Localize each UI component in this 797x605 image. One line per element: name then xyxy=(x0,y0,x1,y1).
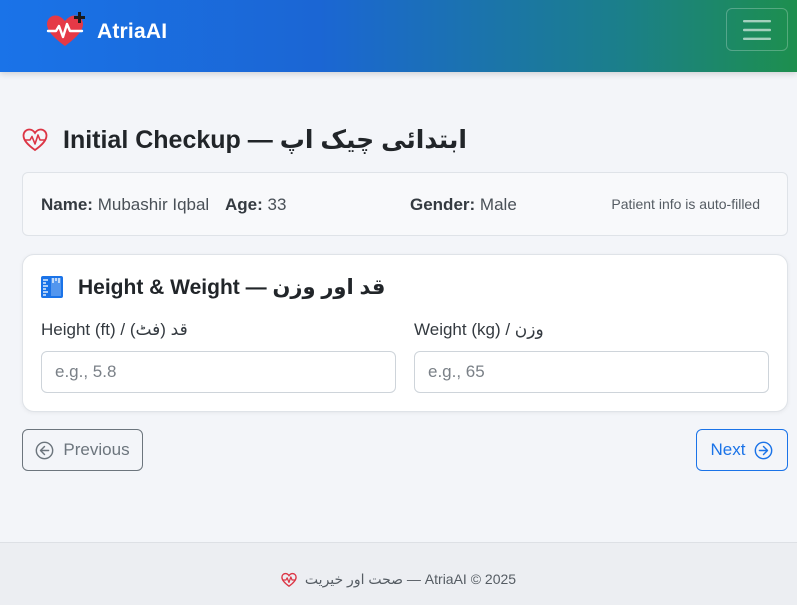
height-input[interactable] xyxy=(41,351,396,393)
height-weight-card: Height & Weight — قد اور وزن Height (ft)… xyxy=(22,254,788,412)
brand-name: AtriaAI xyxy=(97,20,168,43)
footer-text: صحت اور خیریت — AtriaAI © 2025 xyxy=(304,571,517,587)
hamburger-menu-icon xyxy=(743,19,771,40)
next-button-label: Next xyxy=(710,440,746,459)
footer-content: صحت اور خیریت — AtriaAI © 2025 xyxy=(0,571,797,588)
patient-age-label: Age: xyxy=(225,195,263,214)
next-button[interactable]: Next xyxy=(696,429,788,471)
patient-age-value: 33 xyxy=(267,195,287,214)
heart-pulse-icon xyxy=(281,572,297,587)
page-title-text: Initial Checkup — ابتدائی چیک اپ xyxy=(63,126,467,154)
navbar: AtriaAI xyxy=(0,0,797,72)
weight-input[interactable] xyxy=(414,351,769,393)
heart-pulse-plus-icon xyxy=(46,12,85,46)
brand[interactable]: AtriaAI xyxy=(45,12,167,52)
menu-toggle-button[interactable] xyxy=(726,8,788,51)
section-title: Height & Weight — قد اور وزن xyxy=(40,273,385,301)
autofill-note: Patient info is auto-filled xyxy=(611,196,760,212)
patient-name-label: Name: xyxy=(41,195,93,214)
section-title-text: Height & Weight — قد اور وزن xyxy=(78,275,386,299)
ruler-icon xyxy=(41,276,63,298)
weight-label: Weight (kg) / وزن xyxy=(414,320,544,339)
previous-button-label: Previous xyxy=(63,440,130,459)
previous-button[interactable]: Previous xyxy=(22,429,143,471)
patient-age: Age: 33 xyxy=(225,195,286,215)
patient-name-value: Mubashir Iqbal xyxy=(97,195,210,214)
patient-name: Name: Mubashir Iqbal xyxy=(41,195,209,215)
patient-gender-value: Male xyxy=(479,195,517,214)
patient-info-card: Name: Mubashir Iqbal Age: 33 Gender: Mal… xyxy=(22,172,788,236)
arrow-left-circle-icon xyxy=(36,441,54,459)
page-title: Initial Checkup — ابتدائی چیک اپ xyxy=(22,122,467,158)
heart-pulse-icon xyxy=(22,128,48,152)
height-label: Height (ft) / قد (فٹ) xyxy=(41,320,188,339)
patient-gender: Gender: Male xyxy=(410,195,517,215)
arrow-right-circle-icon xyxy=(755,441,773,459)
patient-gender-label: Gender: xyxy=(410,195,476,214)
footer: صحت اور خیریت — AtriaAI © 2025 xyxy=(0,542,797,605)
